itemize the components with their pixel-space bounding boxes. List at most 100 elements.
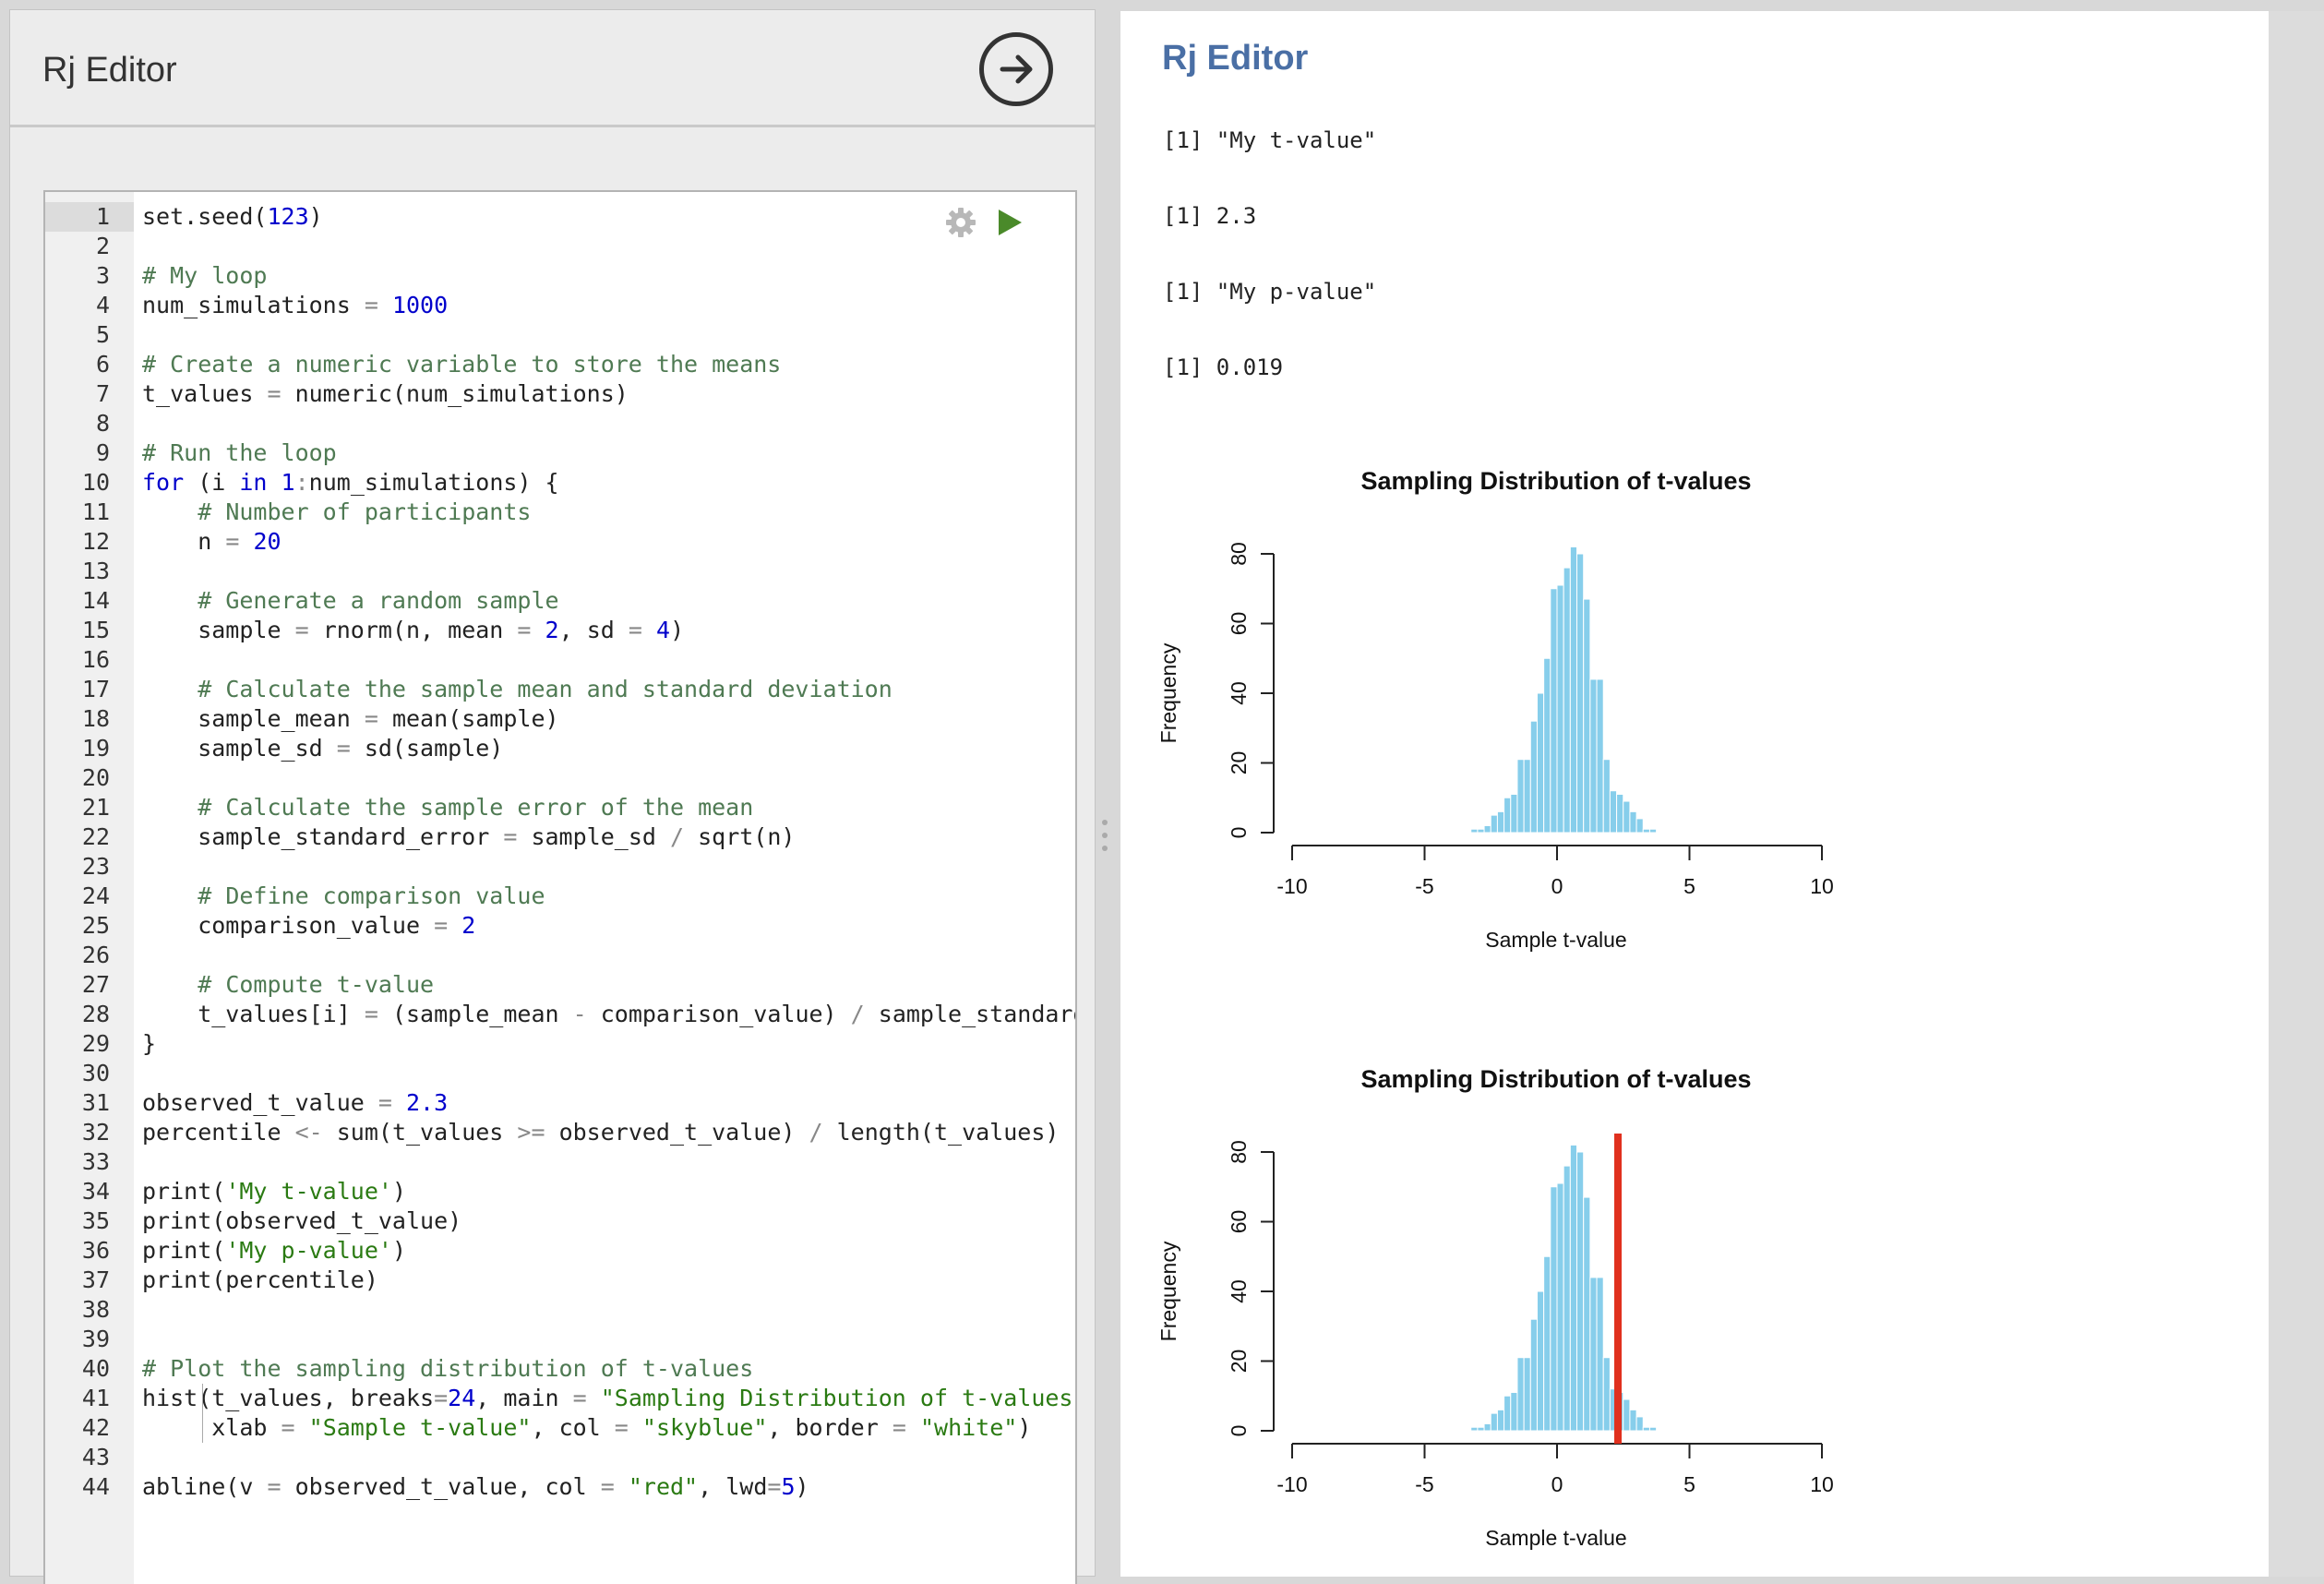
line-number: 41 bbox=[81, 1385, 110, 1411]
histogram-bar bbox=[1609, 790, 1618, 834]
histogram-bar bbox=[1523, 1357, 1531, 1432]
line-number-gutter: 1 2 3 4 5 6 7 8 9 10 11 12 13 14 15 16 17 18 19 20 21 22 23 24 2… bbox=[45, 192, 134, 1584]
panel-title: Rj Editor bbox=[42, 51, 177, 90]
histogram-bar bbox=[1510, 1391, 1518, 1432]
line-number: 17 bbox=[81, 676, 110, 702]
line-number: 5 bbox=[95, 321, 110, 348]
line-number: 23 bbox=[81, 853, 110, 880]
code-line: print(percentile) bbox=[142, 1266, 378, 1293]
code-line: t_values[i] = (sample_mean - comparison_… bbox=[142, 1001, 1075, 1027]
histogram-bar bbox=[1483, 1422, 1491, 1432]
histogram-bar bbox=[1496, 1409, 1505, 1432]
histogram-bar bbox=[1523, 759, 1531, 834]
histogram-bar bbox=[1623, 800, 1631, 834]
code-line: observed_t_value = 2.3 bbox=[142, 1089, 449, 1116]
line-number: 28 bbox=[81, 1001, 110, 1027]
line-number: 29 bbox=[81, 1030, 110, 1057]
chart-title: Sampling Distribution of t-values bbox=[1360, 467, 1751, 495]
x-axis-label: Sample t-value bbox=[1485, 1526, 1626, 1550]
histogram-bar bbox=[1516, 759, 1525, 834]
y-axis-label: Frequency bbox=[1156, 642, 1180, 743]
histogram-bar bbox=[1490, 814, 1498, 834]
histogram-bar bbox=[1470, 1426, 1479, 1432]
line-number: 9 bbox=[95, 439, 110, 466]
code-line: n = 20 bbox=[142, 528, 282, 555]
histogram-bar bbox=[1635, 1416, 1644, 1432]
histogram-bar bbox=[1569, 1144, 1578, 1432]
line-number: 7 bbox=[95, 380, 110, 407]
histogram-bar bbox=[1503, 797, 1512, 834]
right-panel-scroll-area bbox=[2269, 11, 2324, 1577]
histogram-bar bbox=[1543, 1255, 1551, 1432]
histogram-bar bbox=[1529, 720, 1538, 834]
y-tick-label: 0 bbox=[1227, 827, 1251, 839]
code-line: t_values = numeric(num_simulations) bbox=[142, 380, 629, 407]
line-number: 39 bbox=[81, 1326, 110, 1352]
line-number: 6 bbox=[95, 351, 110, 378]
code-line: # Number of participants bbox=[198, 498, 532, 525]
code-line: # My loop bbox=[142, 262, 268, 289]
histogram-bar bbox=[1550, 588, 1558, 834]
left-editor-panel: Rj Editor 1 2 3 4 5 6 7 8 9 10 11 12 13 14 15 16 17 18 19 2… bbox=[9, 9, 1096, 1584]
code-line: print('My t-value') bbox=[142, 1178, 406, 1205]
histogram-bar bbox=[1576, 553, 1585, 834]
line-number: 18 bbox=[81, 705, 110, 732]
code-line: percentile <- sum(t_values >= observed_t… bbox=[142, 1119, 1060, 1146]
histogram-bar bbox=[1470, 828, 1479, 834]
line-number: 13 bbox=[81, 558, 110, 584]
code-line: set.seed(123) bbox=[142, 203, 323, 230]
y-tick-label: 40 bbox=[1227, 681, 1251, 705]
histogram-bar bbox=[1596, 678, 1604, 834]
line-number: 33 bbox=[81, 1148, 110, 1175]
histogram-plot-2: Sampling Distribution of t-values -10 -5 0 5… bbox=[1156, 1065, 1834, 1550]
histogram-bar bbox=[1516, 1357, 1525, 1432]
y-tick-label: 0 bbox=[1227, 1425, 1251, 1437]
line-number: 1 bbox=[95, 203, 110, 230]
line-number: 32 bbox=[81, 1119, 110, 1146]
histogram-bar bbox=[1543, 657, 1551, 834]
y-tick-label: 20 bbox=[1227, 751, 1251, 775]
line-number: 38 bbox=[81, 1296, 110, 1323]
play-icon[interactable] bbox=[996, 208, 1024, 242]
line-number: 24 bbox=[81, 882, 110, 909]
y-tick-label: 20 bbox=[1227, 1350, 1251, 1374]
histogram-bar bbox=[1648, 1426, 1658, 1432]
histogram-bar bbox=[1536, 1290, 1545, 1432]
code-editor[interactable]: 1 2 3 4 5 6 7 8 9 10 11 12 13 14 15 16 17 18 19 20 21 22 23 24 2… bbox=[43, 190, 1077, 1584]
line-number: 11 bbox=[81, 498, 110, 525]
line-number: 15 bbox=[81, 617, 110, 643]
histogram-bar bbox=[1490, 1412, 1498, 1432]
code-line: for (i in 1:num_simulations) { bbox=[142, 469, 559, 496]
arrow-right-circle-icon[interactable] bbox=[979, 32, 1053, 106]
histogram-bar bbox=[1635, 818, 1644, 834]
code-line: abline(v = observed_t_value, col = "red"… bbox=[142, 1473, 809, 1500]
x-tick-label: 5 bbox=[1683, 874, 1695, 898]
histogram-bar bbox=[1556, 1182, 1564, 1432]
line-number: 3 bbox=[95, 262, 110, 289]
line-number: 21 bbox=[81, 794, 110, 821]
histogram-bar bbox=[1563, 1165, 1571, 1432]
code-line: # Compute t-value bbox=[198, 971, 435, 998]
code-line: hist(t_values, breaks=24, main = "Sampli… bbox=[142, 1385, 1077, 1411]
histogram-bar bbox=[1623, 1398, 1631, 1432]
histogram-bar bbox=[1477, 828, 1485, 834]
histogram-bar bbox=[1576, 1151, 1585, 1432]
gear-icon[interactable] bbox=[944, 206, 977, 244]
code-line: print('My p-value') bbox=[142, 1237, 406, 1264]
histogram-bar bbox=[1629, 1409, 1637, 1432]
code-line: # Plot the sampling distribution of t-va… bbox=[142, 1355, 754, 1382]
code-line: comparison_value = 2 bbox=[142, 912, 476, 939]
line-number: 2 bbox=[95, 233, 110, 259]
line-number: 16 bbox=[81, 646, 110, 673]
panel-splitter-handle[interactable] bbox=[1101, 817, 1108, 854]
code-line: sample_standard_error = sample_sd / sqrt… bbox=[142, 823, 796, 850]
line-number: 26 bbox=[81, 942, 110, 968]
y-tick-label: 60 bbox=[1227, 612, 1251, 636]
y-tick-label: 60 bbox=[1227, 1210, 1251, 1234]
code-line: # Define comparison value bbox=[198, 882, 545, 909]
histogram-bar bbox=[1563, 567, 1571, 834]
code-line: print(observed_t_value) bbox=[142, 1207, 462, 1234]
line-number: 34 bbox=[81, 1178, 110, 1205]
line-number: 44 bbox=[81, 1473, 110, 1500]
code-line: # Calculate the sample error of the mean bbox=[198, 794, 754, 821]
